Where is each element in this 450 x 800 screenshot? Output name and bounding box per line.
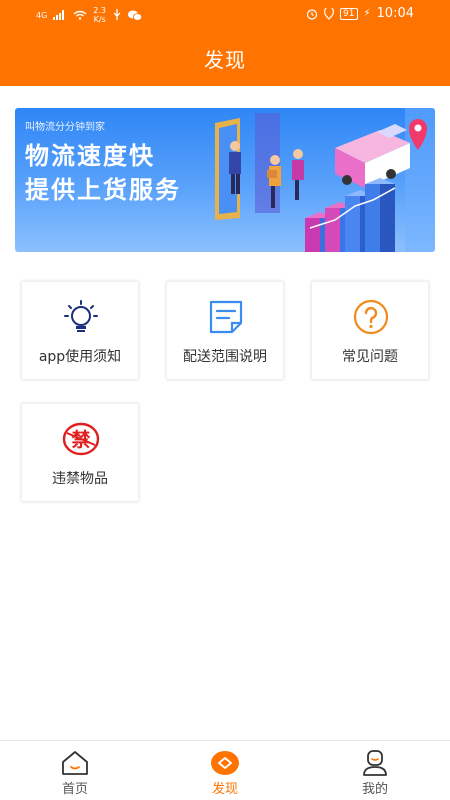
speed-unit: K/s bbox=[93, 15, 106, 24]
delivery-illustration bbox=[215, 108, 435, 252]
bottom-tab-bar: 首页 发现 我的 bbox=[0, 740, 450, 800]
forbidden-icon: 禁 bbox=[62, 422, 100, 456]
tab-label: 首页 bbox=[61, 782, 88, 797]
card-label: 配送范围说明 bbox=[183, 349, 267, 365]
banner-headline-1: 物流速度快 bbox=[25, 142, 155, 170]
lightbulb-icon bbox=[64, 300, 98, 332]
wechat-icon bbox=[128, 10, 143, 21]
card-app-notice[interactable]: app使用须知 bbox=[21, 281, 139, 380]
status-time: 10:04 bbox=[376, 6, 414, 21]
tab-label: 我的 bbox=[361, 782, 388, 797]
card-forbidden-items[interactable]: 禁 违禁物品 bbox=[21, 403, 139, 502]
header-bar: 4G 2.3 K/s 91 ⚡ 10:04 发现 bbox=[0, 0, 450, 86]
tab-discover[interactable]: 发现 bbox=[150, 741, 300, 800]
document-icon bbox=[209, 300, 243, 334]
usb-icon bbox=[113, 9, 121, 20]
status-right: 91 ⚡ 10:04 bbox=[306, 6, 414, 21]
status-left: 4G 2.3 K/s bbox=[36, 6, 143, 24]
banner-headline-2: 提供上货服务 bbox=[25, 176, 181, 204]
tab-label: 发现 bbox=[211, 782, 238, 797]
signal-icon bbox=[53, 10, 65, 20]
question-icon bbox=[353, 299, 389, 335]
network-speed: 2.3 K/s bbox=[93, 6, 106, 24]
card-label: 常见问题 bbox=[342, 349, 398, 365]
battery-level: 91 bbox=[340, 7, 358, 20]
card-faq[interactable]: 常见问题 bbox=[311, 281, 429, 380]
banner-subtitle: 叫物流分分钟到家 bbox=[25, 122, 105, 133]
alarm-icon bbox=[306, 8, 318, 20]
status-bar: 4G 2.3 K/s 91 ⚡ 10:04 bbox=[0, 0, 450, 30]
page-title: 发现 bbox=[204, 48, 246, 72]
wifi-icon bbox=[73, 10, 87, 20]
location-icon bbox=[324, 7, 334, 20]
promo-banner[interactable]: 叫物流分分钟到家 物流速度快 提供上货服务 bbox=[15, 108, 435, 252]
card-label: app使用须知 bbox=[38, 349, 122, 365]
network-label: 4G bbox=[36, 10, 48, 20]
card-label: 违禁物品 bbox=[52, 471, 108, 487]
profile-icon bbox=[363, 750, 387, 776]
speed-value: 2.3 bbox=[93, 6, 107, 15]
card-delivery-range[interactable]: 配送范围说明 bbox=[166, 281, 284, 380]
tab-profile[interactable]: 我的 bbox=[300, 741, 450, 800]
discover-icon bbox=[211, 751, 239, 775]
charging-icon: ⚡ bbox=[363, 8, 371, 19]
tab-home[interactable]: 首页 bbox=[0, 741, 150, 800]
home-icon bbox=[62, 751, 88, 775]
